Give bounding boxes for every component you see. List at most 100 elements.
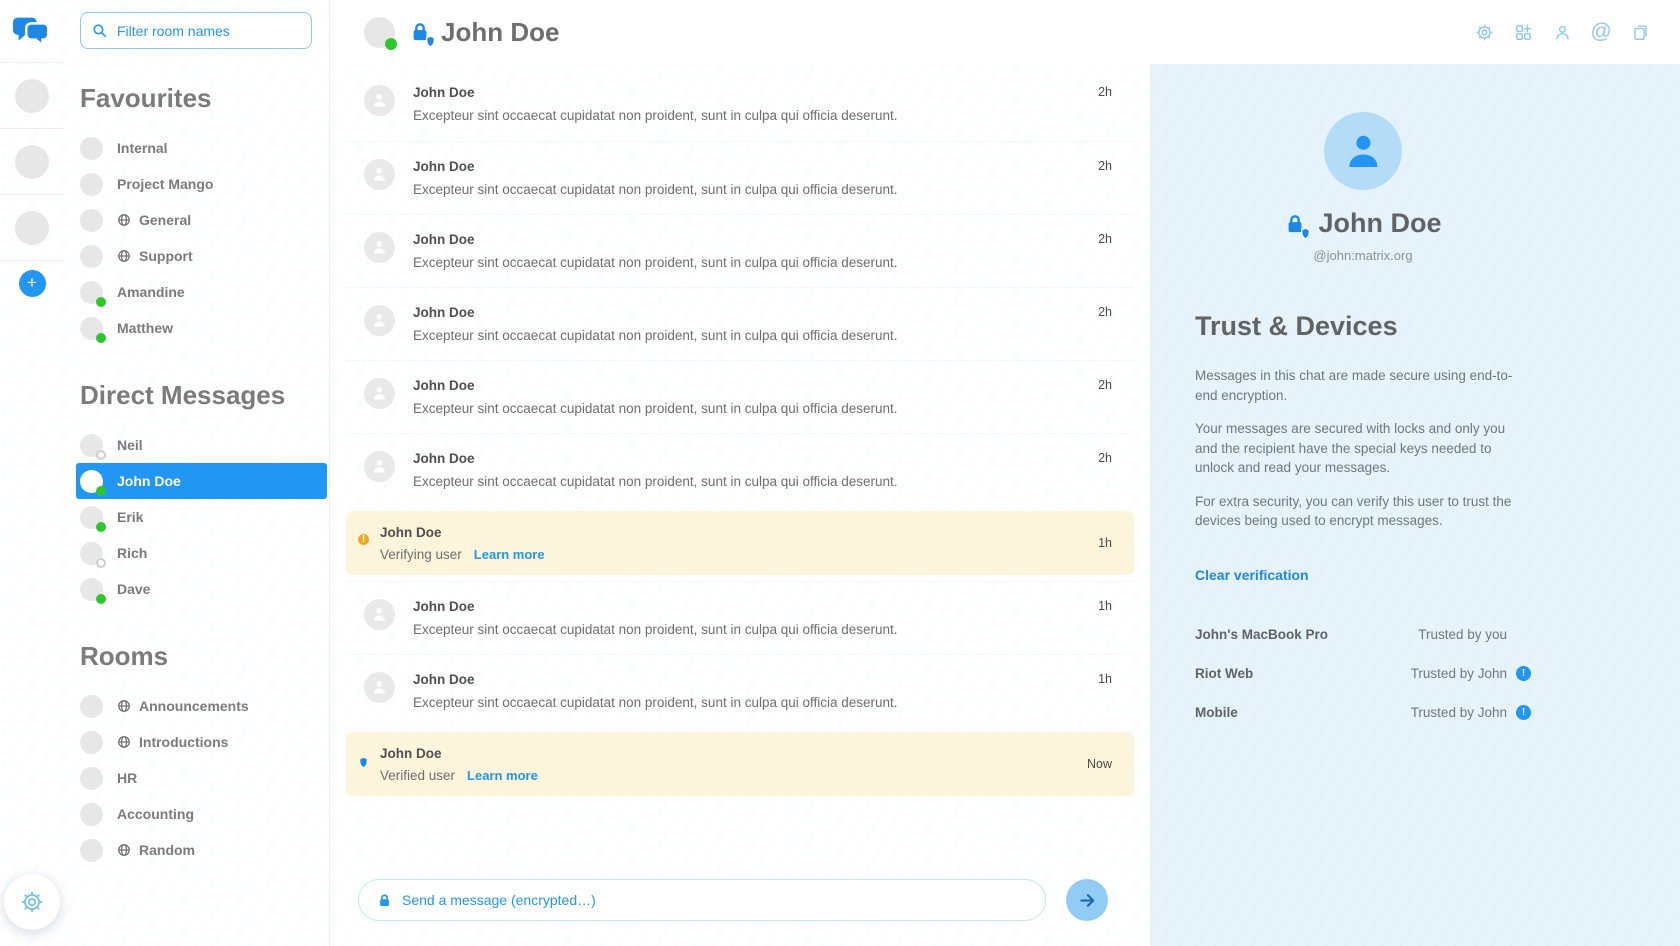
chat-column: John Doe Excepteur sint occaecat cupidat… <box>330 64 1150 946</box>
message-author: John Doe <box>413 85 1084 100</box>
verification-status-text: Verified user <box>380 768 455 783</box>
message-timestamp: 2h <box>1098 451 1112 465</box>
message-text: Excepteur sint occaecat cupidatat non pr… <box>413 108 1084 123</box>
filter-room-input[interactable] <box>117 23 301 39</box>
message-author: John Doe <box>380 525 1084 540</box>
files-button[interactable] <box>1626 18 1654 46</box>
rail-room-avatar[interactable] <box>15 145 49 179</box>
message-author: John Doe <box>413 672 1084 687</box>
composer <box>346 862 1134 946</box>
device-name: Mobile <box>1195 705 1238 720</box>
grid-plus-icon <box>1514 23 1533 42</box>
message-author: John Doe <box>413 305 1084 320</box>
user-display-name: John Doe <box>1318 208 1441 239</box>
gear-icon <box>1475 23 1494 42</box>
sidebar-room-general[interactable]: General <box>80 202 329 238</box>
add-integration-button[interactable] <box>1509 18 1537 46</box>
message-avatar <box>364 599 395 630</box>
message-text: Excepteur sint occaecat cupidatat non pr… <box>413 474 1084 489</box>
globe-icon <box>117 699 131 713</box>
room-avatar <box>80 767 103 790</box>
sidebar-room-hr[interactable]: HR <box>80 760 329 796</box>
message-timestamp: 2h <box>1098 305 1112 319</box>
send-button[interactable] <box>1066 879 1108 921</box>
riot-chat-app: + Favourites Internal <box>0 0 1680 946</box>
device-trust-text: Trusted by John <box>1411 705 1507 720</box>
message-avatar <box>364 305 395 336</box>
message-timestamp: 2h <box>1098 378 1112 392</box>
member-info-button[interactable] <box>1548 18 1576 46</box>
message-row: John Doe Excepteur sint occaecat cupidat… <box>346 68 1134 141</box>
mentions-icon[interactable]: @ <box>1587 18 1615 46</box>
sidebar-section-title: Favourites <box>80 83 329 114</box>
sidebar-room-amandine[interactable]: Amandine <box>80 274 329 310</box>
main-area: John Doe <box>330 0 1680 946</box>
device-row: John's MacBook Pro Trusted by you ! <box>1195 615 1531 654</box>
sidebar-room-rich[interactable]: Rich <box>80 535 329 571</box>
room-label: Rich <box>117 545 147 561</box>
message-text: Excepteur sint occaecat cupidatat non pr… <box>413 182 1084 197</box>
security-event-row: John Doe Verified user Learn more Now <box>346 727 1134 802</box>
room-settings-button[interactable] <box>1470 18 1498 46</box>
device-name: Riot Web <box>1195 666 1253 681</box>
presence-dot <box>96 333 106 343</box>
sidebar-room-project-mango[interactable]: Project Mango <box>80 166 329 202</box>
message-text: Excepteur sint occaecat cupidatat non pr… <box>413 401 1084 416</box>
sidebar-room-neil[interactable]: Neil <box>80 427 329 463</box>
sidebar-room-random[interactable]: Random <box>80 832 329 868</box>
globe-icon <box>117 735 131 749</box>
room-avatar <box>80 317 103 340</box>
settings-button[interactable] <box>4 874 60 930</box>
room-label: Dave <box>117 581 150 597</box>
room-label: HR <box>117 770 137 786</box>
message-text: Excepteur sint occaecat cupidatat non pr… <box>413 622 1084 637</box>
room-rail: + <box>0 0 64 946</box>
user-matrix-id: @john:matrix.org <box>1195 248 1531 263</box>
message-list: John Doe Excepteur sint occaecat cupidat… <box>346 68 1134 802</box>
room-label: Matthew <box>117 320 173 336</box>
room-avatar <box>80 506 103 529</box>
info-icon[interactable]: ! <box>1516 705 1531 720</box>
info-icon[interactable]: ! <box>1516 666 1531 681</box>
sidebar-room-support[interactable]: Support <box>80 238 329 274</box>
sidebar-room-dave[interactable]: Dave <box>80 571 329 607</box>
room-title: John Doe <box>441 17 559 48</box>
files-icon <box>1631 23 1650 42</box>
message-avatar <box>364 378 395 409</box>
trust-paragraph: Messages in this chat are made secure us… <box>1195 366 1531 405</box>
sidebar-room-introductions[interactable]: Introductions <box>80 724 329 760</box>
user-avatar <box>1324 112 1402 190</box>
sidebar-room-accounting[interactable]: Accounting <box>80 796 329 832</box>
sidebar-room-erik[interactable]: Erik <box>80 499 329 535</box>
rail-room-slot <box>0 194 64 260</box>
sidebar-section-title: Direct Messages <box>80 380 329 411</box>
message-author: John Doe <box>413 451 1084 466</box>
sidebar-room-john-doe[interactable]: John Doe <box>76 463 327 499</box>
message-avatar <box>364 232 395 263</box>
trust-devices-title: Trust & Devices <box>1195 311 1531 342</box>
app-logo[interactable] <box>12 0 52 62</box>
room-label: Internal <box>117 140 168 156</box>
learn-more-link[interactable]: Learn more <box>474 547 545 562</box>
search-icon <box>91 22 108 39</box>
add-room-button[interactable]: + <box>19 270 46 297</box>
sidebar-room-matthew[interactable]: Matthew <box>80 310 329 346</box>
sidebar-room-internal[interactable]: Internal <box>80 130 329 166</box>
learn-more-link[interactable]: Learn more <box>467 768 538 783</box>
presence-dot <box>385 38 397 50</box>
room-avatar <box>80 803 103 826</box>
message-input[interactable] <box>402 892 1027 908</box>
room-avatar <box>80 731 103 754</box>
room-avatar <box>80 281 103 304</box>
device-row: Riot Web Trusted by John ! <box>1195 654 1531 693</box>
message-row: John Doe Excepteur sint occaecat cupidat… <box>346 287 1134 360</box>
sidebar-room-announcements[interactable]: Announcements <box>80 688 329 724</box>
person-icon <box>1553 23 1572 42</box>
encrypted-lock-icon <box>1284 213 1306 235</box>
rail-room-avatar[interactable] <box>15 211 49 245</box>
message-author: John Doe <box>413 599 1084 614</box>
room-avatar <box>80 470 103 493</box>
rail-room-avatar[interactable] <box>15 79 49 113</box>
clear-verification-link[interactable]: Clear verification <box>1195 567 1309 583</box>
room-label: General <box>139 212 191 228</box>
